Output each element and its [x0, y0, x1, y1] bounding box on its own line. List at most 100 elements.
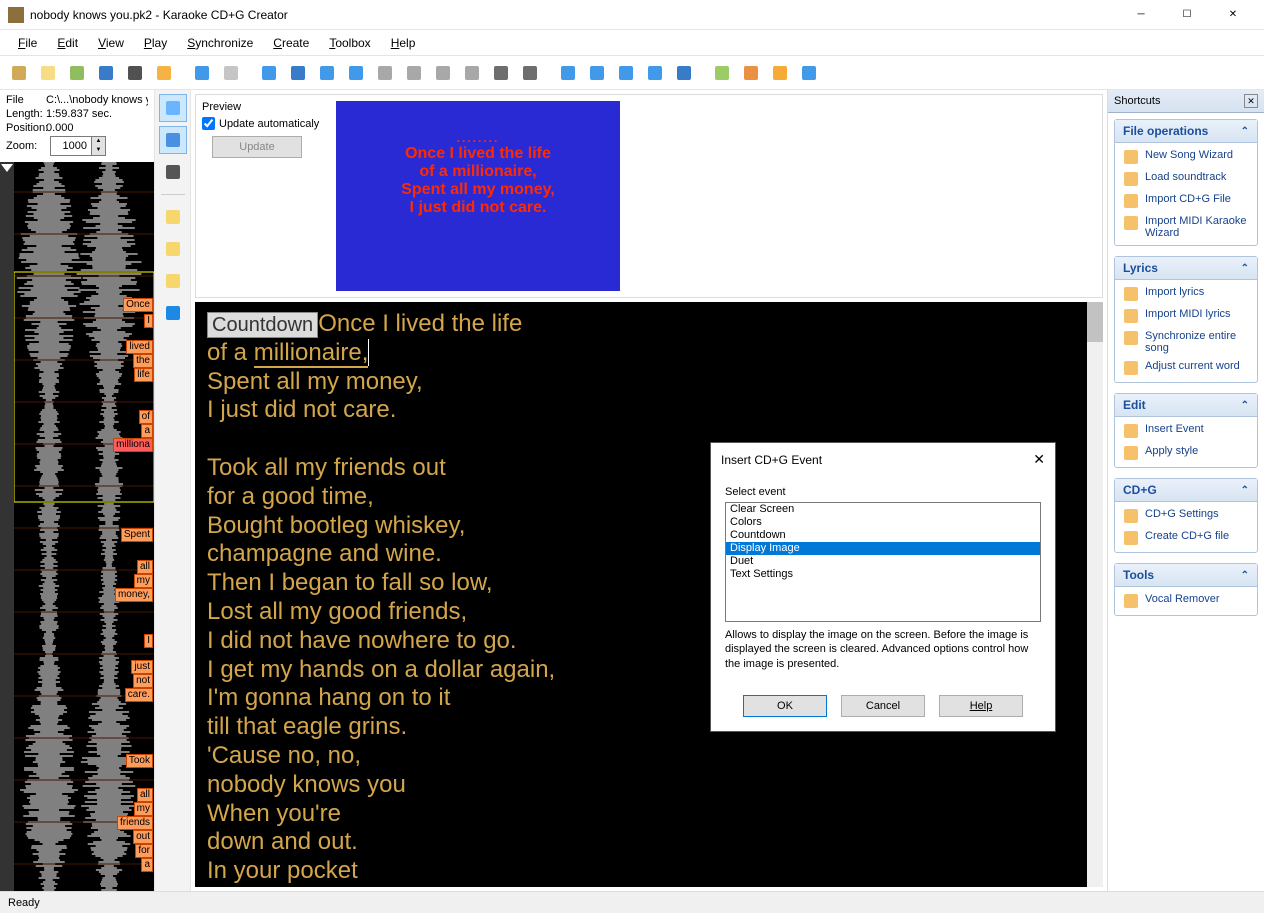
- shortcut-item[interactable]: Import CD+G File: [1123, 193, 1249, 209]
- paste-icon[interactable]: [584, 60, 610, 86]
- wave-label[interactable]: the: [133, 354, 153, 368]
- import-icon[interactable]: [642, 60, 668, 86]
- shortcut-item[interactable]: Load soundtrack: [1123, 171, 1249, 187]
- shortcut-item[interactable]: Vocal Remover: [1123, 593, 1249, 609]
- group-header[interactable]: Tools⌃: [1115, 564, 1257, 587]
- event-option[interactable]: Countdown: [726, 529, 1040, 542]
- redo-icon[interactable]: [218, 60, 244, 86]
- waveform-track[interactable]: OnceIlivedthelifeofamillionaSpentallmymo…: [0, 162, 154, 891]
- group-header[interactable]: Lyrics⌃: [1115, 257, 1257, 280]
- cancel-button[interactable]: Cancel: [841, 695, 925, 717]
- wave-label[interactable]: all: [137, 788, 153, 802]
- maximize-button[interactable]: ☐: [1164, 0, 1210, 30]
- wave-label[interactable]: just: [131, 660, 153, 674]
- menu-synchronize[interactable]: Synchronize: [177, 32, 263, 54]
- shortcut-item[interactable]: Import lyrics: [1123, 286, 1249, 302]
- wave-label[interactable]: Once: [123, 298, 153, 312]
- update-auto-checkbox[interactable]: Update automaticaly: [202, 117, 332, 130]
- scrollbar-thumb[interactable]: [1087, 302, 1103, 342]
- burn-icon[interactable]: [767, 60, 793, 86]
- update-auto-input[interactable]: [202, 117, 215, 130]
- speaker-icon[interactable]: [517, 60, 543, 86]
- rewind-icon[interactable]: [430, 60, 456, 86]
- group-header[interactable]: CD+G⌃: [1115, 479, 1257, 502]
- save-icon[interactable]: [93, 60, 119, 86]
- shortcut-item[interactable]: CD+G Settings: [1123, 508, 1249, 524]
- mid-paste-icon[interactable]: [159, 235, 187, 263]
- wave-label[interactable]: of: [139, 410, 153, 424]
- wave-label[interactable]: a: [141, 424, 153, 438]
- wave-label[interactable]: life: [134, 368, 153, 382]
- disc-icon[interactable]: [709, 60, 735, 86]
- help-icon[interactable]: [796, 60, 822, 86]
- wave-label[interactable]: for: [135, 844, 153, 858]
- menu-edit[interactable]: Edit: [47, 32, 88, 54]
- wave-label[interactable]: Took: [126, 754, 153, 768]
- wave-label[interactable]: my: [134, 574, 153, 588]
- wave-label[interactable]: I: [144, 314, 153, 328]
- spellcheck-icon[interactable]: [671, 60, 697, 86]
- countdown-tag[interactable]: Countdown: [207, 312, 318, 338]
- wizard-icon[interactable]: [6, 60, 32, 86]
- event-option[interactable]: Text Settings: [726, 568, 1040, 581]
- wave-label[interactable]: I: [144, 634, 153, 648]
- wave-label[interactable]: not: [133, 674, 153, 688]
- image-icon[interactable]: [122, 60, 148, 86]
- ok-button[interactable]: OK: [743, 695, 827, 717]
- export-icon[interactable]: [613, 60, 639, 86]
- soundtrack-icon[interactable]: [256, 60, 282, 86]
- play-icon[interactable]: [343, 60, 369, 86]
- brush-icon[interactable]: [738, 60, 764, 86]
- pause-icon[interactable]: [372, 60, 398, 86]
- event-listbox[interactable]: Clear ScreenColorsCountdownDisplay Image…: [725, 502, 1041, 622]
- wave-label[interactable]: care.: [125, 688, 153, 702]
- zoom-up[interactable]: ▲: [92, 137, 105, 146]
- undo-icon[interactable]: [189, 60, 215, 86]
- shortcut-item[interactable]: Insert Event: [1123, 423, 1249, 439]
- wave-label[interactable]: friends: [117, 816, 153, 830]
- open-icon[interactable]: [64, 60, 90, 86]
- dialog-close-icon[interactable]: ✕: [1033, 451, 1045, 468]
- play-sync-icon[interactable]: [314, 60, 340, 86]
- mid-clipboard-icon[interactable]: [159, 267, 187, 295]
- zoom-down[interactable]: ▼: [92, 146, 105, 155]
- mid-pin-icon[interactable]: [159, 299, 187, 327]
- timer-icon[interactable]: [488, 60, 514, 86]
- shortcut-item[interactable]: Import MIDI lyrics: [1123, 308, 1249, 324]
- wave-label[interactable]: out: [133, 830, 153, 844]
- mid-copy-icon[interactable]: [159, 203, 187, 231]
- help-button[interactable]: Help: [939, 695, 1023, 717]
- event-option[interactable]: Clear Screen: [726, 503, 1040, 516]
- mid-bc-icon[interactable]: [159, 94, 187, 122]
- event-option[interactable]: Duet: [726, 555, 1040, 568]
- group-header[interactable]: File operations⌃: [1115, 120, 1257, 143]
- wave-label[interactable]: my: [134, 802, 153, 816]
- wave-label[interactable]: milliona: [113, 438, 153, 452]
- shortcut-item[interactable]: Import MIDI Karaoke Wizard: [1123, 215, 1249, 239]
- menu-play[interactable]: Play: [134, 32, 177, 54]
- close-button[interactable]: ✕: [1210, 0, 1256, 30]
- shortcut-item[interactable]: New Song Wizard: [1123, 149, 1249, 165]
- new-icon[interactable]: [35, 60, 61, 86]
- wave-label[interactable]: all: [137, 560, 153, 574]
- wave-label[interactable]: lived: [126, 340, 153, 354]
- event-option[interactable]: Display Image: [726, 542, 1040, 555]
- mid-image-icon[interactable]: [159, 126, 187, 154]
- menu-create[interactable]: Create: [263, 32, 319, 54]
- minimize-button[interactable]: ─: [1118, 0, 1164, 30]
- wave-label[interactable]: a: [141, 858, 153, 872]
- shortcut-item[interactable]: Synchronize entire song: [1123, 330, 1249, 354]
- shortcut-item[interactable]: Adjust current word: [1123, 360, 1249, 376]
- zoom-input[interactable]: [51, 137, 91, 155]
- event-option[interactable]: Colors: [726, 516, 1040, 529]
- wave-label[interactable]: Spent: [121, 528, 153, 542]
- update-button[interactable]: Update: [212, 136, 302, 158]
- music-icon[interactable]: [151, 60, 177, 86]
- mid-monitor-icon[interactable]: [159, 158, 187, 186]
- shortcut-item[interactable]: Create CD+G file: [1123, 530, 1249, 546]
- menu-help[interactable]: Help: [381, 32, 426, 54]
- shortcut-item[interactable]: Apply style: [1123, 445, 1249, 461]
- wave-label[interactable]: money,: [115, 588, 153, 602]
- lyrics-scrollbar[interactable]: [1087, 302, 1103, 887]
- menu-file[interactable]: File: [8, 32, 47, 54]
